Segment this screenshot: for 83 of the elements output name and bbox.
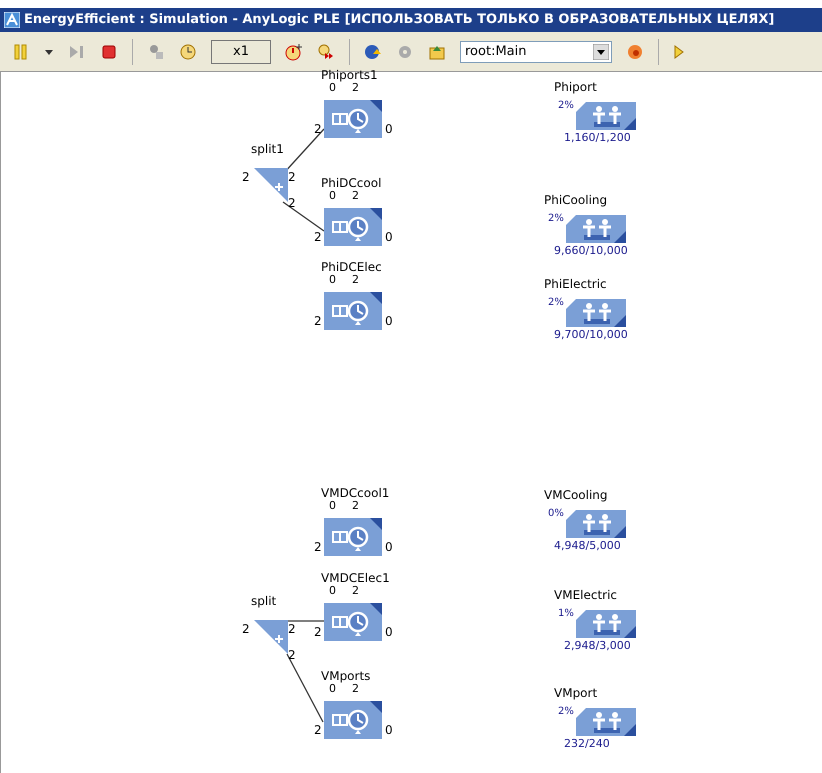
connector-line [281,200,326,234]
port-count: 2 [288,195,296,212]
utilization-text: 2% [548,296,564,310]
resource-pool[interactable] [576,610,636,638]
record-icon[interactable] [626,42,644,60]
window-title: EnergyEfficient : Simulation - AnyLogic PLE [ИСПОЛЬЗОВАТЬ ТОЛЬКО В ОБРАЗОВАТЕЛЬНЫХ ЦЕЛЯХ] [24,11,774,30]
delay-block[interactable] [324,292,382,330]
navigate-up-icon[interactable] [364,42,382,60]
capacity-text: 2,948/3,000 [564,638,631,654]
resource-pool[interactable] [566,299,626,327]
port-count: 2 [352,583,359,599]
block-label: VMDCElec1 [321,570,390,586]
split-label: split [251,593,276,610]
pool-label: PhiElectric [544,276,607,293]
utilization-text: 2% [558,705,574,719]
block-label: Phiports1 [321,67,378,82]
stop-icon[interactable] [100,42,118,60]
block-label: PhiDCcool [321,175,382,190]
split-label: split1 [251,141,284,158]
port-count: 0 [329,498,336,514]
fast-forward-icon[interactable] [317,42,335,60]
port-count: 0 [329,682,336,697]
utilization-text: 0% [548,507,564,521]
split-block[interactable] [254,168,288,202]
port-count: 2 [352,272,359,288]
block-label: VMDCcool1 [321,485,390,500]
caret-icon [593,44,609,60]
pool-label: VMport [554,685,598,702]
port-count: 2 [314,121,322,138]
capacity-text: 9,660/10,000 [554,243,628,259]
port-count: 2 [242,621,250,638]
pool-label: VMCooling [544,487,608,504]
port-count: 2 [314,313,322,330]
utilization-text: 1% [558,607,574,621]
delay-block[interactable] [324,208,382,246]
port-count: 2 [288,621,296,638]
utilization-text: 2% [558,99,574,113]
clock-plus-icon[interactable] [285,42,303,60]
time-scale-field[interactable]: x1 [211,40,271,64]
port-count: 2 [288,169,296,186]
port-count: 2 [352,498,359,514]
play-icon[interactable] [673,42,685,60]
port-count: 0 [385,624,393,641]
resource-pool[interactable] [566,215,626,243]
port-count: 0 [385,722,393,739]
port-count: 2 [352,188,359,204]
port-count: 2 [352,81,359,96]
view-dropdown[interactable]: root:Main [460,40,612,62]
pool-label: VMElectric [554,587,618,604]
port-count: 2 [288,647,296,664]
capacity-text: 232/240 [564,736,610,752]
port-count: 0 [329,583,336,599]
delay-block[interactable] [324,701,382,739]
capacity-text: 1,160/1,200 [564,130,631,146]
pool-label: PhiCooling [544,192,608,209]
port-count: 2 [242,169,250,186]
block-label: PhiDCElec [321,259,382,274]
port-count: 2 [314,229,322,246]
capacity-text: 9,700/10,000 [554,327,628,343]
utilization-text: 2% [548,212,564,226]
port-count: 0 [385,121,393,138]
port-count: 2 [314,539,322,556]
clock-icon[interactable] [179,42,197,60]
port-count: 0 [385,539,393,556]
delay-block[interactable] [324,100,382,138]
delay-block[interactable] [324,518,382,556]
port-count: 0 [329,81,336,96]
port-count: 2 [314,722,322,739]
resource-pool[interactable] [576,708,636,736]
app-icon [4,12,20,28]
resource-pool[interactable] [576,102,636,130]
resource-pool[interactable] [566,510,626,538]
port-count: 2 [352,682,359,697]
split-block[interactable] [254,620,288,654]
pool-label: Phiport [554,79,597,96]
port-count: 0 [385,229,393,246]
port-count: 0 [385,313,393,330]
port-count: 2 [314,624,322,641]
block-label: VMports [321,668,370,684]
delay-block[interactable] [324,603,382,641]
port-count: 0 [329,188,336,204]
port-count: 0 [329,272,336,288]
capacity-text: 4,948/5,000 [554,538,621,554]
